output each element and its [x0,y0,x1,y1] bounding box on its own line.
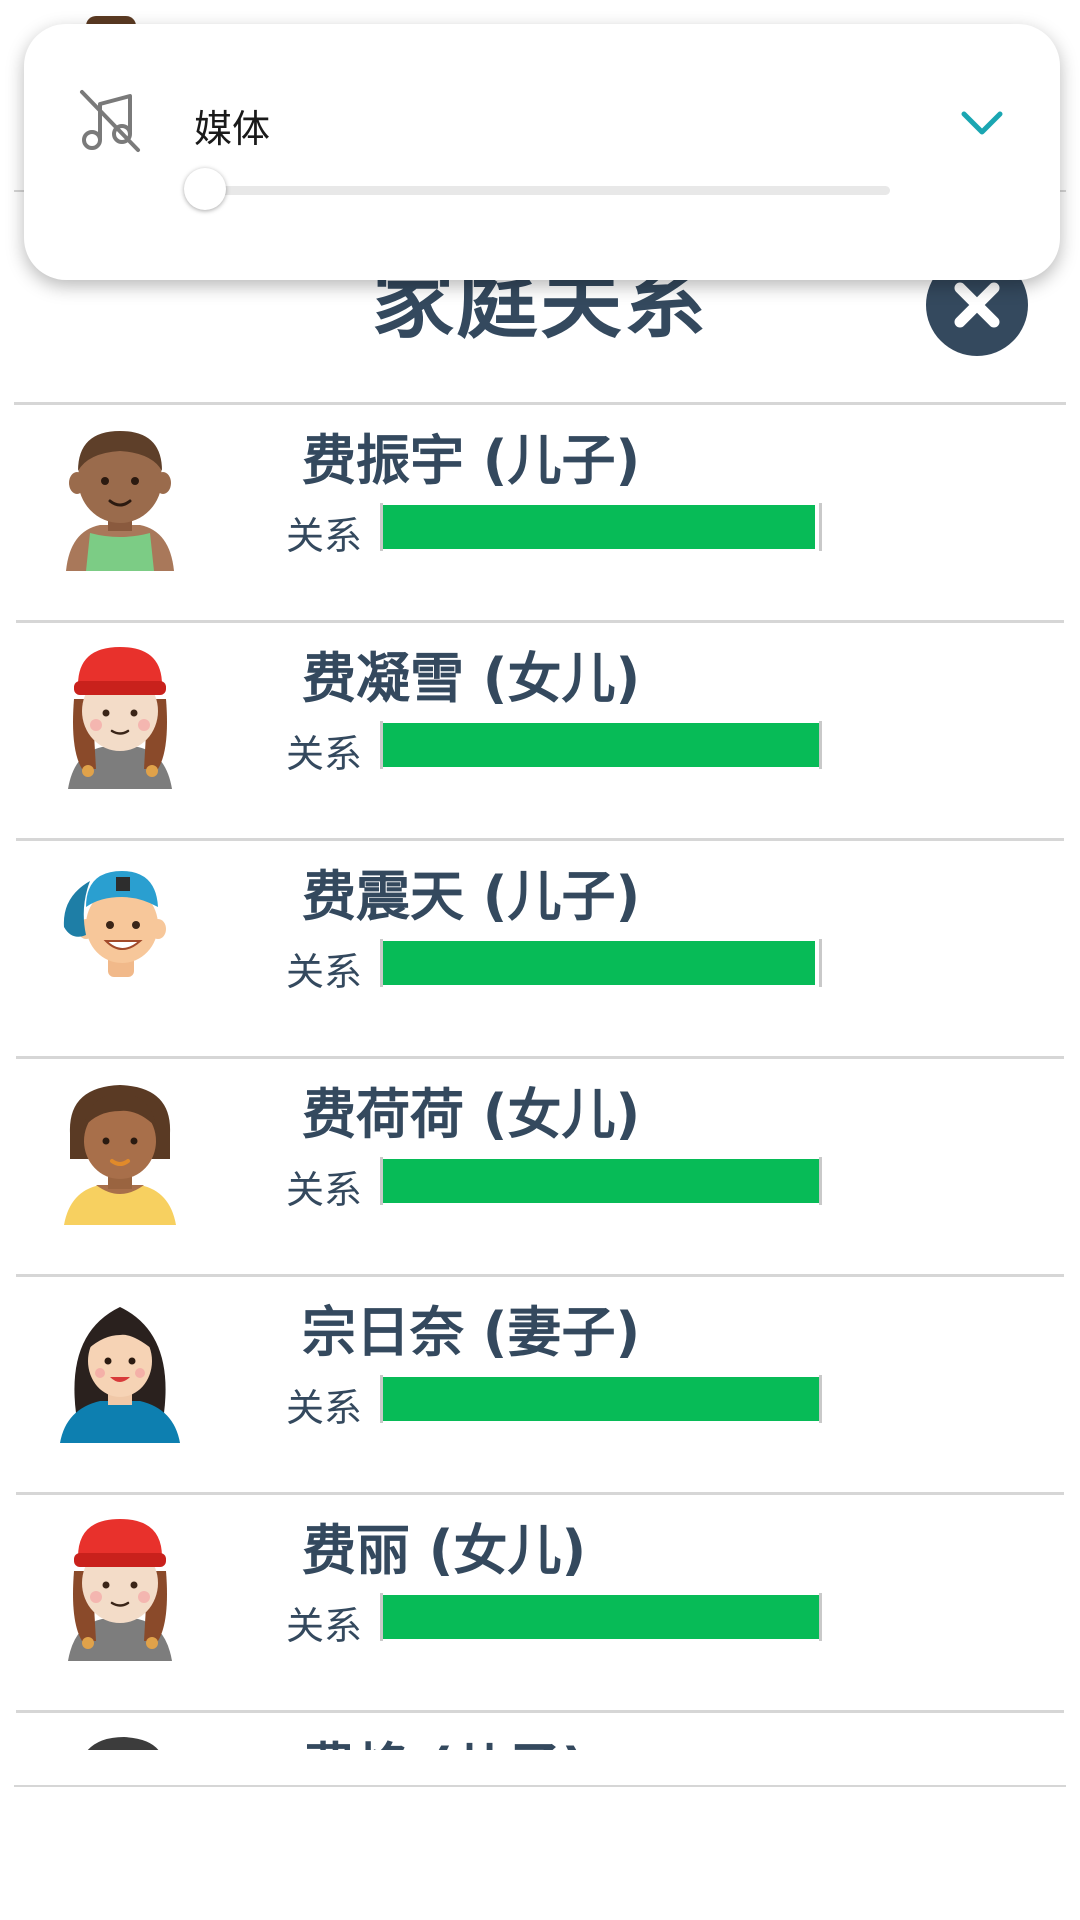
relation-bar-fill [383,1377,819,1421]
relation-bar-fill [383,505,815,549]
member-name: 宗日奈 (妻子) [302,1301,641,1364]
family-member-row[interactable]: 费振宇 (儿子) 关系 [16,405,1064,623]
family-member-row[interactable]: 宗日奈 (妻子) 关系 [16,1277,1064,1495]
relation-bar [380,1593,822,1641]
family-relations-screen: 家庭关系 费振宇 (儿子) 关系 费凝雪 (女儿) 关系 费震天 (儿子) 关系… [0,0,1080,1920]
relation-label: 关系 [286,732,363,776]
member-name: 费振宇 (儿子) [302,429,641,492]
member-name: 费凝雪 (女儿) [302,647,641,710]
member-name: 费荷荷 (女儿) [302,1083,641,1146]
relation-label: 关系 [286,1168,363,1212]
member-name: 费震天 (儿子) [302,865,641,928]
girl-red-beanie-avatar [60,1511,180,1661]
music-off-icon[interactable] [76,86,146,156]
family-member-row[interactable]: 费荷荷 (女儿) 关系 [16,1059,1064,1277]
relation-bar-fill [383,1595,819,1639]
relation-bar-fill [383,941,815,985]
relation-bar-fill [383,723,819,767]
bottom-divider [14,1785,1066,1787]
family-member-row[interactable]: 费凝雪 (女儿) 关系 [16,623,1064,841]
close-icon [954,282,1000,328]
family-member-row[interactable]: 费烽 (儿子)关系 [16,1713,1064,1750]
boy-green-tank-avatar [60,421,180,571]
relation-bar [380,721,822,769]
relation-bar-fill [383,1159,819,1203]
woman-blue-top-avatar [60,1293,180,1443]
volume-panel: 媒体 [24,24,1060,280]
member-name: 费烽 (儿子) [302,1739,586,1750]
relation-label: 关系 [286,1386,363,1430]
relation-label: 关系 [286,514,363,558]
girl-bob-yellow-avatar [60,1075,180,1225]
relation-label: 关系 [286,950,363,994]
family-member-row[interactable]: 费丽 (女儿) 关系 [16,1495,1064,1713]
volume-slider-thumb[interactable] [184,168,226,210]
relation-bar [380,1157,822,1205]
boy-dark-hair-avatar [60,1729,180,1750]
member-name: 费丽 (女儿) [302,1519,587,1582]
stream-label: 媒体 [194,107,271,151]
relation-bar [380,503,822,551]
family-member-row[interactable]: 费震天 (儿子) 关系 [16,841,1064,1059]
family-list[interactable]: 费振宇 (儿子) 关系 费凝雪 (女儿) 关系 费震天 (儿子) 关系 费荷荷 … [0,405,1080,1750]
relation-label: 关系 [286,1604,363,1648]
relation-bar [380,1375,822,1423]
relation-bar [380,939,822,987]
volume-slider-track[interactable] [188,186,890,195]
girl-red-beanie-avatar [60,639,180,789]
chevron-down-icon[interactable] [952,104,1012,144]
boy-blue-cap-avatar [60,857,180,1007]
